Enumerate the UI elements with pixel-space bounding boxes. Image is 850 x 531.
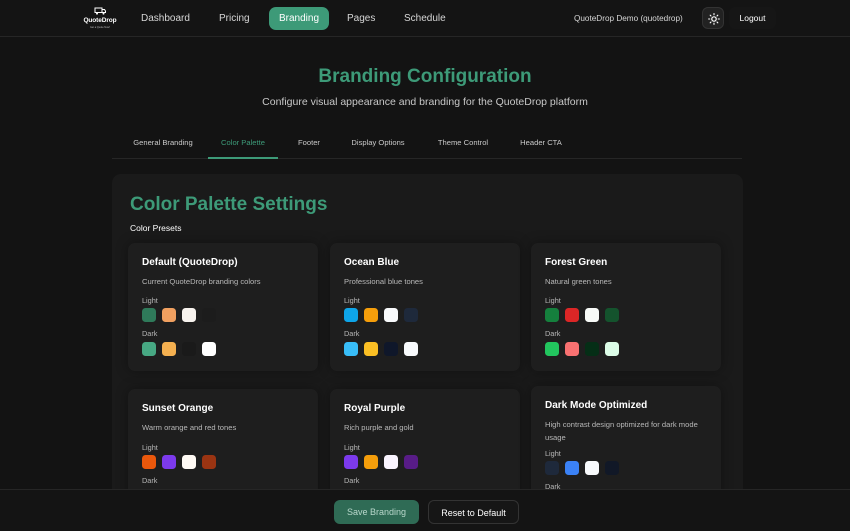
preset-light-label: Light	[545, 449, 561, 458]
preset-card-ocean-blue[interactable]: Ocean Blue Professional blue tones Light…	[330, 243, 520, 371]
section-title: Color Palette Settings	[130, 194, 328, 215]
tab-header-cta[interactable]: Header CTA	[510, 130, 572, 159]
preset-description: Warm orange and red tones	[142, 423, 237, 432]
preset-dark-label: Dark	[142, 476, 158, 485]
current-user-label: QuoteDrop Demo (quotedrop)	[574, 14, 683, 23]
tab-footer[interactable]: Footer	[288, 130, 330, 159]
preset-light-label: Light	[142, 443, 158, 452]
color-swatch	[585, 308, 599, 322]
logo-tagline: Get a Quote Now!	[89, 26, 110, 29]
reset-to-default-button[interactable]: Reset to Default	[428, 500, 519, 524]
preset-name: Sunset Orange	[142, 403, 214, 414]
page-title: Branding Configuration	[318, 66, 532, 87]
preset-card-royal-purple[interactable]: Royal Purple Rich purple and gold Light …	[330, 389, 520, 504]
action-footer-bar: Save Branding Reset to Default	[0, 489, 850, 531]
preset-light-label: Light	[344, 443, 360, 452]
preset-name: Royal Purple	[344, 403, 406, 414]
color-palette-card: Color Palette Settings Color Presets Def…	[112, 174, 743, 504]
tab-color-palette[interactable]: Color Palette	[208, 130, 278, 159]
color-swatch	[162, 455, 176, 469]
preset-name: Dark Mode Optimized	[545, 400, 648, 411]
nav-link-schedule[interactable]: Schedule	[394, 7, 456, 30]
preset-dark-label: Dark	[344, 476, 360, 485]
preset-card-forest-green[interactable]: Forest Green Natural green tones Light D…	[531, 243, 721, 371]
color-swatch	[384, 308, 398, 322]
preset-name: Default (QuoteDrop)	[142, 257, 238, 268]
color-swatch	[182, 308, 196, 322]
preset-light-label: Light	[142, 296, 158, 305]
tab-general-branding[interactable]: General Branding	[118, 130, 208, 159]
color-swatch	[202, 342, 216, 356]
color-swatch	[202, 308, 216, 322]
color-swatch	[344, 342, 358, 356]
theme-toggle-button[interactable]	[702, 7, 724, 29]
preset-card-dark-mode-optimized[interactable]: Dark Mode Optimized High contrast design…	[531, 386, 721, 504]
tab-theme-control[interactable]: Theme Control	[426, 130, 500, 159]
color-swatch	[404, 455, 418, 469]
color-swatch	[162, 342, 176, 356]
color-swatch	[364, 308, 378, 322]
color-swatch	[605, 461, 619, 475]
preset-name: Forest Green	[545, 257, 608, 268]
preset-light-label: Light	[545, 296, 561, 305]
nav-link-pricing[interactable]: Pricing	[209, 7, 260, 30]
presets-label: Color Presets	[130, 223, 182, 233]
color-swatch	[182, 342, 196, 356]
color-swatch	[364, 455, 378, 469]
color-swatch	[605, 308, 619, 322]
color-swatch	[545, 461, 559, 475]
nav-link-branding[interactable]: Branding	[269, 7, 329, 30]
top-navigation-bar: QuoteDrop Get a Quote Now! Dashboard Pri…	[0, 0, 850, 37]
preset-dark-label: Dark	[545, 329, 561, 338]
preset-description: Natural green tones	[545, 277, 612, 286]
save-branding-button[interactable]: Save Branding	[334, 500, 419, 524]
color-swatch	[384, 342, 398, 356]
color-swatch	[142, 308, 156, 322]
preset-description: Rich purple and gold	[344, 423, 414, 432]
sun-icon	[708, 13, 720, 25]
color-swatch	[142, 342, 156, 356]
color-swatch	[142, 455, 156, 469]
page-subtitle: Configure visual appearance and branding…	[262, 96, 588, 108]
delivery-truck-icon	[94, 7, 106, 15]
tab-display-options[interactable]: Display Options	[340, 130, 416, 159]
branding-tabs: General Branding Color Palette Footer Di…	[112, 130, 742, 159]
preset-description: High contrast design optimized for dark …	[545, 420, 698, 442]
color-swatch	[545, 308, 559, 322]
preset-light-label: Light	[344, 296, 360, 305]
color-swatch	[344, 455, 358, 469]
preset-dark-label: Dark	[142, 329, 158, 338]
color-swatch	[404, 308, 418, 322]
color-swatch	[162, 308, 176, 322]
color-swatch	[545, 342, 559, 356]
color-swatch	[344, 308, 358, 322]
color-swatch	[404, 342, 418, 356]
color-swatch	[585, 461, 599, 475]
logo-brand-text: QuoteDrop	[83, 17, 117, 24]
preset-card-sunset-orange[interactable]: Sunset Orange Warm orange and red tones …	[128, 389, 318, 504]
color-swatch	[364, 342, 378, 356]
preset-dark-label: Dark	[344, 329, 360, 338]
quotedrop-logo[interactable]: QuoteDrop Get a Quote Now!	[83, 7, 117, 31]
color-swatch	[384, 455, 398, 469]
nav-link-pages[interactable]: Pages	[337, 7, 385, 30]
preset-card-default[interactable]: Default (QuoteDrop) Current QuoteDrop br…	[128, 243, 318, 371]
color-swatch	[565, 342, 579, 356]
preset-description: Professional blue tones	[344, 277, 423, 286]
preset-name: Ocean Blue	[344, 257, 400, 268]
color-swatch	[182, 455, 196, 469]
color-swatch	[605, 342, 619, 356]
nav-link-dashboard[interactable]: Dashboard	[131, 7, 200, 30]
preset-description: Current QuoteDrop branding colors	[142, 277, 261, 286]
logout-button[interactable]: Logout	[729, 7, 776, 29]
color-swatch	[565, 461, 579, 475]
color-swatch	[202, 455, 216, 469]
color-swatch	[565, 308, 579, 322]
color-swatch	[585, 342, 599, 356]
